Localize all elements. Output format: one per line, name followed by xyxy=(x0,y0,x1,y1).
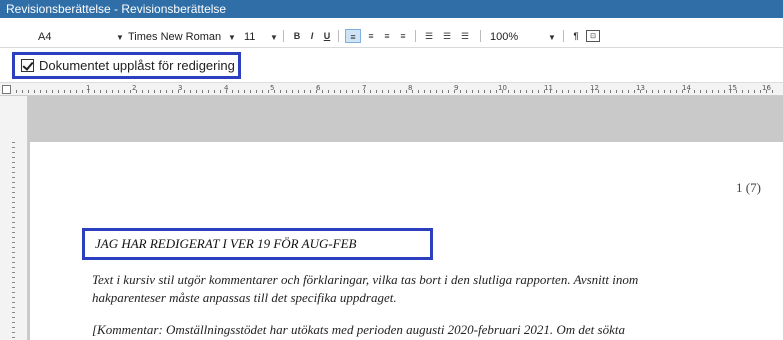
heading-text: JAG HAR REDIGERAT I VER 19 FÖR AUG-FEB xyxy=(95,236,357,251)
align-center-icon[interactable]: ≡ xyxy=(364,29,378,43)
ruler-label: 1 xyxy=(86,84,91,92)
italic-button[interactable]: I xyxy=(306,29,318,43)
unlock-editing-checkbox[interactable] xyxy=(21,59,34,72)
ruler-label: 11 xyxy=(544,84,553,92)
paper-size-dropdown-icon[interactable]: ▼ xyxy=(116,33,124,42)
horizontal-ruler[interactable]: 1 2 3 4 5 6 7 8 9 10 11 12 13 14 15 16 xyxy=(0,82,783,96)
toolbar-divider xyxy=(283,30,284,42)
paragraph-line[interactable]: hakparenteser måste anpassas till det sp… xyxy=(92,290,397,306)
font-size-dropdown-icon[interactable]: ▼ xyxy=(270,33,278,42)
window-title: Revisionsberättelse - Revisionsberättels… xyxy=(6,2,227,16)
toolbar-divider xyxy=(563,30,564,42)
page-number: 1 (7) xyxy=(736,180,761,195)
document-heading[interactable]: JAG HAR REDIGERAT I VER 19 FÖR AUG-FEB xyxy=(82,228,433,260)
paper-size-select[interactable]: A4 xyxy=(38,31,51,43)
ruler-label: 13 xyxy=(636,84,645,92)
ruler-label: 16 xyxy=(762,84,771,92)
window-title-bar: Revisionsberättelse - Revisionsberättels… xyxy=(0,0,783,18)
ruler-label: 2 xyxy=(132,84,137,92)
page-setup-icon[interactable]: ⊡ xyxy=(586,30,600,42)
tab-stop-selector[interactable] xyxy=(2,85,11,94)
paragraph-line[interactable]: Text i kursiv stil utgör kommentarer och… xyxy=(92,272,638,288)
ruler-label: 12 xyxy=(590,84,599,92)
zoom-select[interactable]: 100% xyxy=(490,31,518,43)
align-justify-icon[interactable]: ≡ xyxy=(396,29,410,43)
formatting-toolbar: A4 ▼ Times New Roman ▼ 11 ▼ B I U ≡ ≡ ≡ … xyxy=(0,18,783,48)
ruler-label: 15 xyxy=(728,84,737,92)
paragraph-line[interactable]: [Kommentar: Omställningsstödet har utöka… xyxy=(92,322,625,338)
ruler-label: 3 xyxy=(178,84,183,92)
font-size-select[interactable]: 11 xyxy=(244,31,255,43)
ruler-label: 14 xyxy=(682,84,691,92)
ruler-label: 8 xyxy=(408,84,413,92)
align-left-icon[interactable]: ≡ xyxy=(345,29,361,43)
vertical-ruler-ticks xyxy=(12,142,15,340)
ruler-label: 10 xyxy=(498,84,507,92)
toolbar-divider xyxy=(338,30,339,42)
font-name-select[interactable]: Times New Roman xyxy=(128,31,233,43)
zoom-dropdown-icon[interactable]: ▼ xyxy=(548,33,556,42)
ruler-label: 9 xyxy=(454,84,459,92)
unlock-editing-checkbox-row[interactable]: Dokumentet upplåst för redigering xyxy=(12,52,241,79)
toolbar-divider xyxy=(480,30,481,42)
ruler-label: 4 xyxy=(224,84,229,92)
toolbar-divider xyxy=(415,30,416,42)
ruler-label: 6 xyxy=(316,84,321,92)
ruler-label: 5 xyxy=(270,84,275,92)
vertical-ruler[interactable] xyxy=(0,96,28,340)
unlock-editing-label: Dokumentet upplåst för redigering xyxy=(39,58,235,73)
numbered-list-icon[interactable]: ☰ xyxy=(440,29,454,43)
show-formatting-button[interactable]: ¶ xyxy=(570,29,582,43)
underline-button[interactable]: U xyxy=(321,29,333,43)
font-name-dropdown-icon[interactable]: ▼ xyxy=(228,33,236,42)
align-right-icon[interactable]: ≡ xyxy=(380,29,394,43)
indent-list-icon[interactable]: ☰ xyxy=(458,29,472,43)
ruler-label: 7 xyxy=(362,84,367,92)
ruler-ticks xyxy=(16,90,776,93)
bold-button[interactable]: B xyxy=(291,29,303,43)
bullet-list-icon[interactable]: ☰ xyxy=(422,29,436,43)
